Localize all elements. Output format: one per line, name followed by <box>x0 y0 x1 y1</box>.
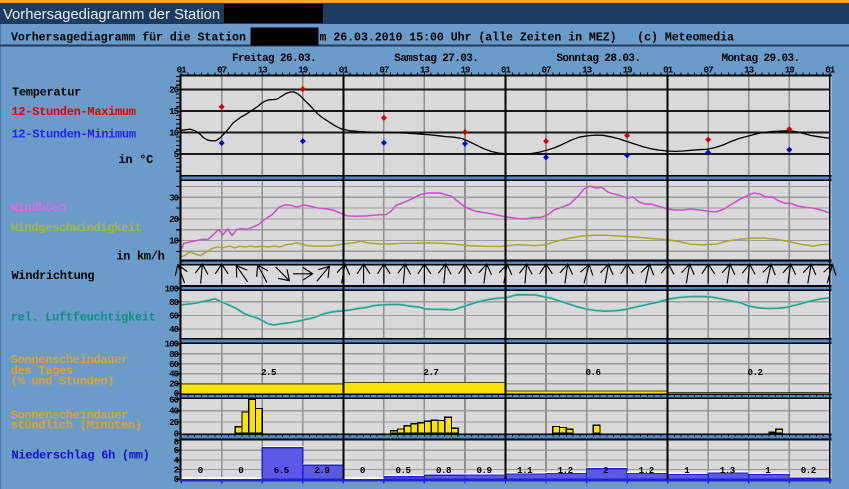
svg-text:01: 01 <box>825 64 836 75</box>
svg-text:0: 0 <box>174 474 179 485</box>
svg-text:Vorhersagediagramm für die Sta: Vorhersagediagramm für die Station <box>11 31 246 44</box>
svg-text:1.2: 1.2 <box>639 465 654 476</box>
svg-text:13: 13 <box>582 64 593 75</box>
svg-text:0: 0 <box>238 465 243 476</box>
svg-text:12-Stunden-Minimum: 12-Stunden-Minimum <box>12 127 136 141</box>
svg-text:Sonntag 28.03.: Sonntag 28.03. <box>556 53 640 65</box>
svg-text:m 26.03.2010 15:00 Uhr (alle Z: m 26.03.2010 15:00 Uhr (alle Zeiten in M… <box>320 31 735 44</box>
svg-text:0.5: 0.5 <box>395 465 411 476</box>
svg-text:80: 80 <box>169 297 179 308</box>
svg-text:2.7: 2.7 <box>423 367 438 378</box>
svg-text:Windrichtung: Windrichtung <box>12 269 95 283</box>
svg-text:100: 100 <box>165 338 179 349</box>
svg-text:0.9: 0.9 <box>476 465 491 476</box>
svg-text:20: 20 <box>169 85 179 96</box>
svg-text:1.3: 1.3 <box>720 465 736 476</box>
svg-text:01: 01 <box>663 64 674 75</box>
svg-text:1.2: 1.2 <box>558 465 573 476</box>
svg-text:100: 100 <box>165 284 179 295</box>
svg-text:0.6: 0.6 <box>585 367 600 378</box>
svg-text:30: 30 <box>169 192 179 203</box>
svg-text:12-Stunden-Maximum: 12-Stunden-Maximum <box>12 105 136 119</box>
svg-text:Freitag 26.03.: Freitag 26.03. <box>232 53 316 65</box>
svg-text:01: 01 <box>501 64 512 75</box>
svg-text:Temperatur: Temperatur <box>12 86 81 100</box>
svg-text:0: 0 <box>198 465 203 476</box>
svg-text:Windböen: Windböen <box>11 201 66 215</box>
svg-text:60: 60 <box>169 310 179 321</box>
svg-text:0: 0 <box>360 465 365 476</box>
svg-text:0.8: 0.8 <box>436 465 452 476</box>
svg-text:40: 40 <box>169 406 179 417</box>
svg-text:in °C: in °C <box>118 153 153 167</box>
svg-text:10: 10 <box>169 236 179 247</box>
svg-text:(% und Stunden): (% und Stunden) <box>11 375 115 389</box>
svg-text:Vorhersagediagramm der Station: Vorhersagediagramm der Station <box>3 7 220 23</box>
svg-text:13: 13 <box>420 64 431 75</box>
svg-text:2.5: 2.5 <box>261 367 277 378</box>
svg-text:0.2: 0.2 <box>801 465 816 476</box>
svg-text:20: 20 <box>169 214 179 225</box>
svg-text:stündlich (Minuten): stündlich (Minuten) <box>11 419 142 433</box>
svg-text:20: 20 <box>169 417 179 428</box>
svg-text:13: 13 <box>744 64 755 75</box>
svg-text:2: 2 <box>603 465 608 476</box>
svg-text:Windgeschwindigkeit: Windgeschwindigkeit <box>11 221 142 235</box>
svg-text:in km/h: in km/h <box>116 249 164 263</box>
svg-text:13: 13 <box>258 64 269 75</box>
svg-text:6.5: 6.5 <box>274 465 290 476</box>
svg-text:rel. Luftfeuchtigkeit: rel. Luftfeuchtigkeit <box>11 310 156 324</box>
svg-text:01: 01 <box>339 64 350 75</box>
svg-text:15: 15 <box>169 106 180 117</box>
svg-text:Samstag 27.03.: Samstag 27.03. <box>394 53 478 65</box>
svg-text:1.1: 1.1 <box>517 465 533 476</box>
svg-text:60: 60 <box>169 395 179 406</box>
svg-text:01: 01 <box>177 64 188 75</box>
svg-text:Niederschlag 6h (mm): Niederschlag 6h (mm) <box>12 449 150 463</box>
svg-text:40: 40 <box>169 324 179 335</box>
svg-text:10: 10 <box>169 128 179 139</box>
svg-text:2.9: 2.9 <box>314 465 329 476</box>
svg-text:Montag 29.03.: Montag 29.03. <box>721 53 799 65</box>
svg-text:0.2: 0.2 <box>747 367 762 378</box>
